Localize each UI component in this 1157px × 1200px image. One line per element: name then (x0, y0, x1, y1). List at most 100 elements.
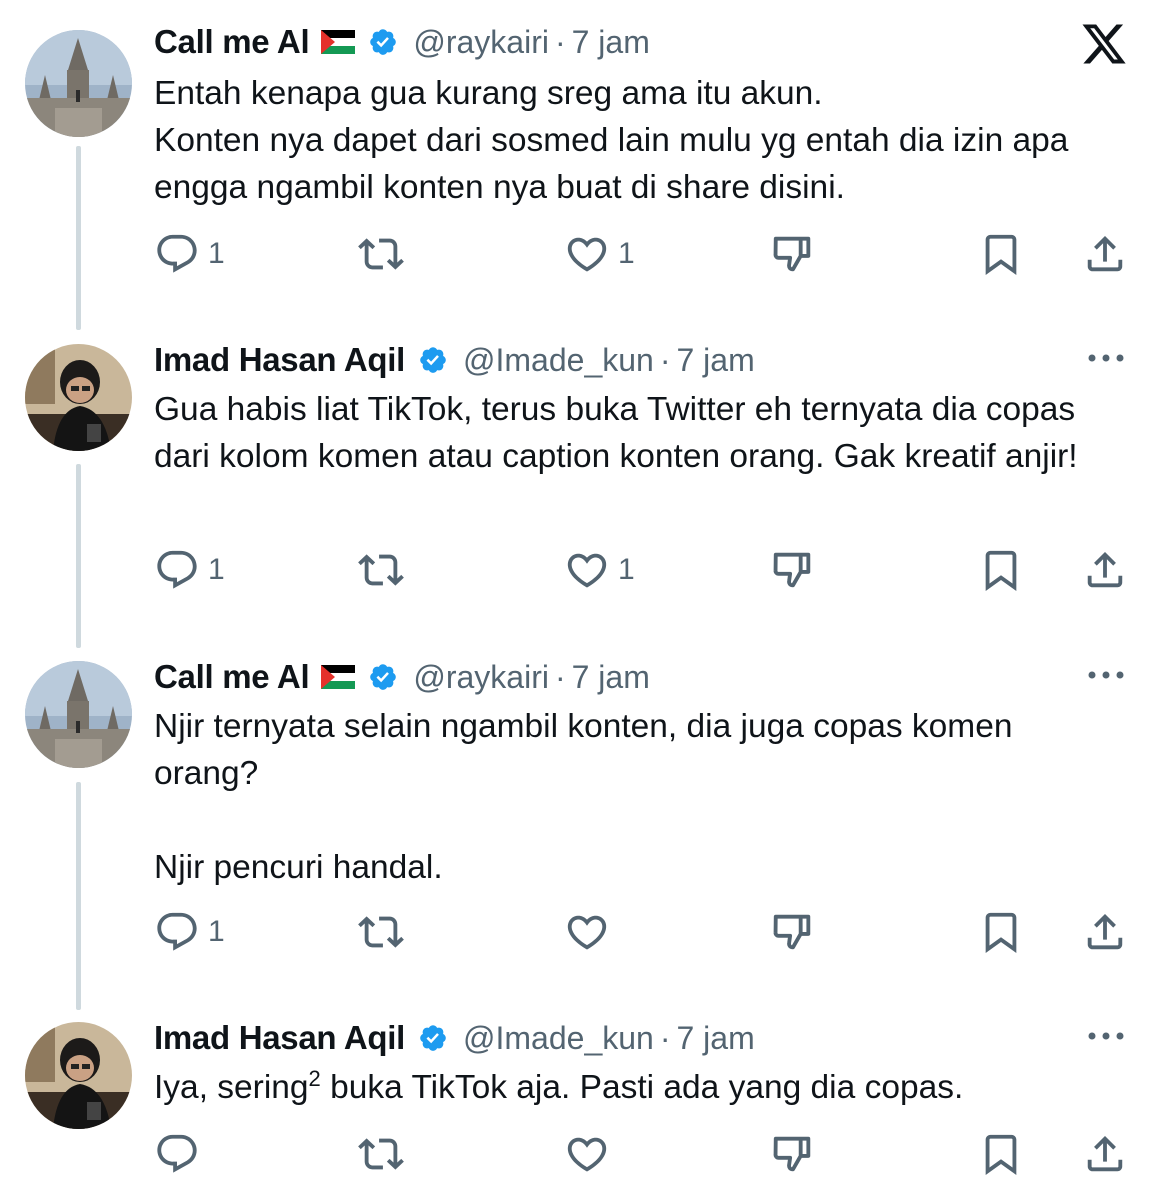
display-name[interactable]: Imad Hasan Aqil (154, 1019, 405, 1057)
tweet-header: Call me Al @raykairi · 7 jam (154, 655, 650, 699)
like-count: 1 (618, 553, 635, 586)
user-handle[interactable]: @raykairi (413, 659, 549, 696)
reply-button[interactable]: 1 (154, 548, 225, 592)
share-icon (1087, 235, 1123, 272)
more-icon[interactable] (1086, 348, 1126, 368)
display-name[interactable]: Call me Al (154, 658, 310, 696)
retweet-button[interactable] (358, 910, 404, 954)
reply-icon (157, 550, 197, 589)
retweet-icon (358, 1138, 404, 1170)
heart-icon (567, 1137, 607, 1172)
separator-dot: · (659, 341, 671, 378)
heart-icon (567, 553, 607, 588)
like-count: 1 (618, 237, 635, 270)
bookmark-icon (985, 234, 1017, 275)
bookmark-button[interactable] (978, 910, 1024, 954)
downvote-icon (773, 236, 811, 272)
reply-button[interactable]: 1 (154, 910, 225, 954)
like-button[interactable] (564, 1132, 618, 1176)
verified-badge-icon (420, 347, 446, 373)
tweet-text-part: buka TikTok aja. Pasti ada yang dia copa… (320, 1069, 964, 1106)
reply-count: 1 (208, 553, 225, 586)
display-name[interactable]: Call me Al (154, 23, 310, 61)
bookmark-button[interactable] (978, 232, 1024, 276)
superscript-text: 2 (308, 1065, 321, 1091)
tweet-text: Njir ternyata selain ngambil konten, dia… (154, 708, 1013, 886)
downvote-icon (773, 914, 811, 950)
avatar[interactable] (25, 30, 132, 137)
tweet-text: Iya, sering2 buka TikTok aja. Pasti ada … (154, 1064, 1114, 1111)
reply-icon (157, 1134, 197, 1173)
avatar[interactable] (25, 344, 132, 451)
tweet-text: Gua habis liat TikTok, terus buka Twitte… (154, 391, 1085, 475)
timestamp[interactable]: 7 jam (676, 1020, 754, 1057)
tweet-header: Call me Al @raykairi · 7 jam (154, 20, 650, 64)
reply-count: 1 (208, 915, 225, 948)
like-button[interactable] (564, 910, 618, 954)
thread-line (76, 464, 81, 648)
palestine-flag-icon (321, 30, 356, 54)
reply-button[interactable]: 1 (154, 232, 225, 276)
reply-icon (157, 234, 197, 273)
like-button[interactable]: 1 (564, 232, 635, 276)
timestamp[interactable]: 7 jam (572, 24, 650, 61)
retweet-icon (358, 916, 404, 948)
tweet-actions (154, 1132, 1134, 1176)
more-icon[interactable] (1086, 1026, 1126, 1046)
downvote-icon (773, 1136, 811, 1172)
bookmark-icon (985, 1134, 1017, 1175)
retweet-button[interactable] (358, 548, 404, 592)
avatar[interactable] (25, 661, 132, 768)
tweet-text-part: Iya, sering (154, 1069, 309, 1106)
thread-line (76, 146, 81, 330)
heart-icon (567, 237, 607, 272)
heart-icon (567, 915, 607, 950)
retweet-button[interactable] (358, 1132, 404, 1176)
timestamp[interactable]: 7 jam (572, 659, 650, 696)
tweet-header: Imad Hasan Aqil @Imade_kun · 7 jam (154, 338, 755, 382)
share-button[interactable] (1082, 232, 1128, 276)
downvote-button[interactable] (770, 910, 816, 954)
downvote-button[interactable] (770, 232, 816, 276)
x-logo-icon[interactable] (1080, 20, 1128, 68)
timestamp[interactable]: 7 jam (676, 342, 754, 379)
downvote-button[interactable] (770, 548, 816, 592)
tweet-actions: 1 (154, 910, 1134, 954)
verified-badge-icon (420, 1025, 446, 1051)
more-icon[interactable] (1086, 665, 1126, 685)
share-icon (1087, 1135, 1123, 1172)
tweet-actions: 1 1 (154, 232, 1134, 276)
bookmark-button[interactable] (978, 1132, 1024, 1176)
like-button[interactable]: 1 (564, 548, 635, 592)
retweet-icon (358, 554, 404, 586)
separator-dot: · (659, 1019, 671, 1056)
palestine-flag-icon (321, 665, 356, 689)
bookmark-icon (985, 550, 1017, 591)
downvote-button[interactable] (770, 1132, 816, 1176)
retweet-button[interactable] (358, 232, 404, 276)
verified-badge-icon (370, 664, 397, 690)
downvote-icon (773, 552, 811, 588)
separator-dot: · (554, 23, 566, 60)
reply-button[interactable] (154, 1132, 208, 1176)
thread-line (76, 782, 81, 1010)
tweet-header: Imad Hasan Aqil @Imade_kun · 7 jam (154, 1016, 755, 1060)
user-handle[interactable]: @raykairi (413, 24, 549, 61)
tweet-actions: 1 1 (154, 548, 1134, 592)
share-button[interactable] (1082, 548, 1128, 592)
bookmark-button[interactable] (978, 548, 1024, 592)
user-handle[interactable]: @Imade_kun (463, 342, 654, 379)
share-icon (1087, 551, 1123, 588)
share-button[interactable] (1082, 910, 1128, 954)
separator-dot: · (554, 658, 566, 695)
user-handle[interactable]: @Imade_kun (463, 1020, 654, 1057)
verified-badge-icon (370, 29, 397, 55)
reply-count: 1 (208, 237, 225, 270)
avatar[interactable] (25, 1022, 132, 1129)
reply-icon (157, 912, 197, 951)
share-button[interactable] (1082, 1132, 1128, 1176)
share-icon (1087, 913, 1123, 950)
bookmark-icon (985, 912, 1017, 953)
retweet-icon (358, 238, 404, 270)
display-name[interactable]: Imad Hasan Aqil (154, 341, 405, 379)
